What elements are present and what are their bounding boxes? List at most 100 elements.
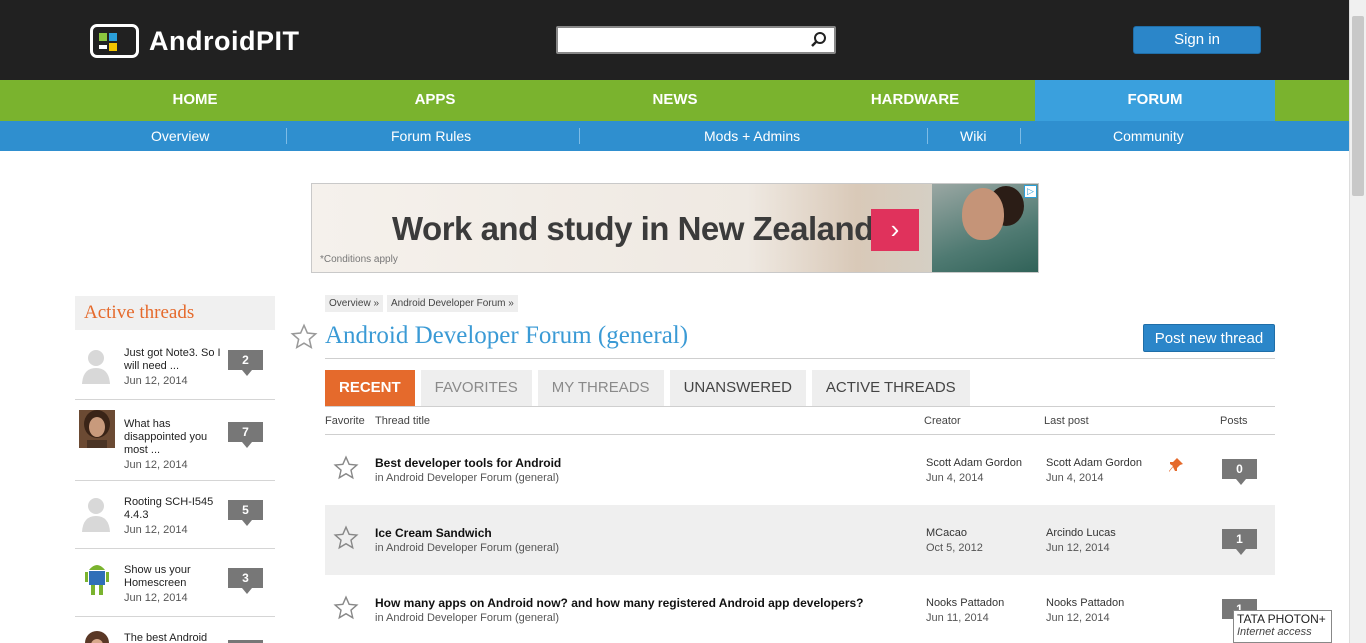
favorite-star-icon[interactable] (333, 455, 359, 481)
thread-tabs: RECENT FAVORITES MY THREADS UNANSWERED A… (325, 370, 970, 406)
subnav-community[interactable]: Community (1113, 121, 1184, 151)
table-row[interactable]: How many apps on Android now? and how ma… (325, 575, 1275, 643)
subnav-divider (1020, 128, 1021, 144)
search-input[interactable] (558, 28, 798, 52)
last-post-author[interactable]: Scott Adam Gordon (1046, 457, 1142, 469)
sidebar-thread-title: Rooting SCH-I545 4.4.3 (124, 496, 214, 521)
adchoices-icon[interactable]: ▷ (1024, 185, 1037, 198)
post-count-badge: 0 (1222, 459, 1257, 485)
ad-person-image (932, 184, 1038, 272)
favorite-star-icon[interactable] (333, 595, 359, 621)
table-row[interactable]: Best developer tools for Android in Andr… (325, 435, 1275, 505)
sidebar-thread-date: Jun 12, 2014 (124, 375, 188, 387)
thread-title-link[interactable]: Ice Cream Sandwich (375, 526, 492, 540)
default-avatar-icon (79, 494, 115, 532)
favorite-star-icon[interactable] (333, 525, 359, 551)
sidebar-thread[interactable]: Show us your Homescreen Jun 12, 2014 3 (75, 549, 275, 617)
reply-count-badge: 3 (228, 568, 263, 594)
thread-created-date: Jun 4, 2014 (926, 472, 984, 484)
network-tooltip: TATA PHOTON+ Internet access (1233, 610, 1332, 643)
sidebar-thread-title: Show us your Homescreen (124, 564, 191, 589)
logo-text: AndroidPIT (149, 25, 300, 56)
android-avatar-icon (79, 560, 115, 598)
thread-forum-label: in Android Developer Forum (general) (375, 612, 560, 624)
sidebar-thread-title: What has disappointed you most ... (124, 418, 208, 456)
tabs-divider (325, 406, 1275, 407)
page-title: Android Developer Forum (general) (325, 322, 689, 349)
tooltip-network-status: Internet access (1237, 626, 1312, 638)
androidpit-logo[interactable]: AndroidPIT (90, 24, 299, 58)
ad-arrow-button[interactable]: › (871, 209, 919, 251)
subnav-wiki[interactable]: Wiki (960, 121, 986, 151)
active-threads-sidebar: Active threads Just got Note3. So I will… (75, 296, 275, 643)
search-icon[interactable] (810, 31, 828, 49)
nav-news[interactable]: NEWS (555, 80, 795, 121)
thread-created-date: Oct 5, 2012 (926, 542, 983, 554)
tab-active-threads[interactable]: ACTIVE THREADS (811, 370, 970, 406)
title-divider (325, 358, 1275, 359)
tooltip-network-name: TATA PHOTON+ (1237, 612, 1326, 626)
tab-favorites[interactable]: FAVORITES (420, 370, 532, 406)
nav-hardware[interactable]: HARDWARE (795, 80, 1035, 121)
man-avatar-icon (79, 410, 115, 448)
scrollbar-thumb[interactable] (1352, 16, 1364, 196)
ad-banner[interactable]: Work and study in New Zealand* › *Condit… (311, 183, 1039, 273)
page-scrollbar[interactable] (1349, 0, 1366, 643)
sidebar-thread[interactable]: Just got Note3. So I will need ... Jun 1… (75, 330, 275, 400)
post-new-thread-button[interactable]: Post new thread (1143, 324, 1275, 352)
nav-home[interactable]: HOME (75, 80, 315, 121)
thread-creator[interactable]: Nooks Pattadon (926, 597, 1004, 609)
woman-avatar-icon (79, 629, 115, 643)
subnav-divider (286, 128, 287, 144)
reply-count-badge: 7 (228, 422, 263, 448)
post-count-badge: 1 (1222, 529, 1257, 555)
last-post-author[interactable]: Arcindo Lucas (1046, 527, 1116, 539)
breadcrumb-android-developer-forum[interactable]: Android Developer Forum » (387, 295, 518, 312)
sidebar-thread[interactable]: The best Android (75, 617, 275, 643)
reply-count-badge: 2 (228, 350, 263, 376)
sidebar-thread[interactable]: Rooting SCH-I545 4.4.3 Jun 12, 2014 5 (75, 481, 275, 549)
default-avatar-icon (79, 346, 115, 384)
column-header-last-post: Last post (1044, 415, 1089, 427)
subnav-forum-rules[interactable]: Forum Rules (391, 121, 471, 151)
column-header-thread-title: Thread title (375, 415, 431, 427)
thread-creator[interactable]: Scott Adam Gordon (926, 457, 1022, 469)
breadcrumb: Overview » Android Developer Forum » (325, 295, 518, 312)
sidebar-thread-title: The best Android (124, 632, 208, 643)
header-bar: AndroidPIT Sign in (0, 0, 1349, 80)
tab-unanswered[interactable]: UNANSWERED (669, 370, 806, 406)
breadcrumb-overview[interactable]: Overview » (325, 295, 384, 312)
favorite-star-icon[interactable] (290, 323, 318, 351)
reply-count-badge: 5 (228, 500, 263, 526)
column-header-favorite: Favorite (325, 415, 365, 427)
sidebar-thread-date: Jun 12, 2014 (124, 592, 188, 604)
sidebar-thread[interactable]: What has disappointed you most ... Jun 1… (75, 400, 275, 481)
pin-icon (1169, 458, 1183, 472)
last-post-date: Jun 4, 2014 (1046, 472, 1104, 484)
thread-creator[interactable]: MCacao (926, 527, 967, 539)
ad-headline: Work and study in New Zealand* (392, 210, 887, 247)
last-post-date: Jun 12, 2014 (1046, 612, 1110, 624)
table-row[interactable]: Ice Cream Sandwich in Android Developer … (325, 505, 1275, 575)
ad-conditions: *Conditions apply (320, 254, 398, 265)
sidebar-title: Active threads (75, 296, 275, 330)
nav-forum[interactable]: FORUM (1035, 80, 1275, 121)
subnav-overview[interactable]: Overview (151, 121, 209, 151)
nav-apps[interactable]: APPS (315, 80, 555, 121)
thread-title-link[interactable]: Best developer tools for Android (375, 456, 561, 470)
sidebar-thread-date: Jun 12, 2014 (124, 459, 188, 471)
sign-in-button[interactable]: Sign in (1133, 26, 1261, 54)
sidebar-thread-date: Jun 12, 2014 (124, 524, 188, 536)
subnav-mods-admins[interactable]: Mods + Admins (704, 121, 800, 151)
sub-nav: Overview Forum Rules Mods + Admins Wiki … (0, 121, 1349, 151)
thread-title-link[interactable]: How many apps on Android now? and how ma… (375, 596, 864, 610)
logo-icon (90, 24, 139, 58)
column-header-posts: Posts (1220, 415, 1248, 427)
last-post-author[interactable]: Nooks Pattadon (1046, 597, 1124, 609)
tab-recent[interactable]: RECENT (325, 370, 415, 406)
thread-created-date: Jun 11, 2014 (926, 612, 989, 624)
thread-forum-label: in Android Developer Forum (general) (375, 472, 560, 484)
tab-my-threads[interactable]: MY THREADS (537, 370, 664, 406)
main-nav: HOME APPS NEWS HARDWARE FORUM (0, 80, 1349, 121)
search-box (556, 26, 836, 54)
